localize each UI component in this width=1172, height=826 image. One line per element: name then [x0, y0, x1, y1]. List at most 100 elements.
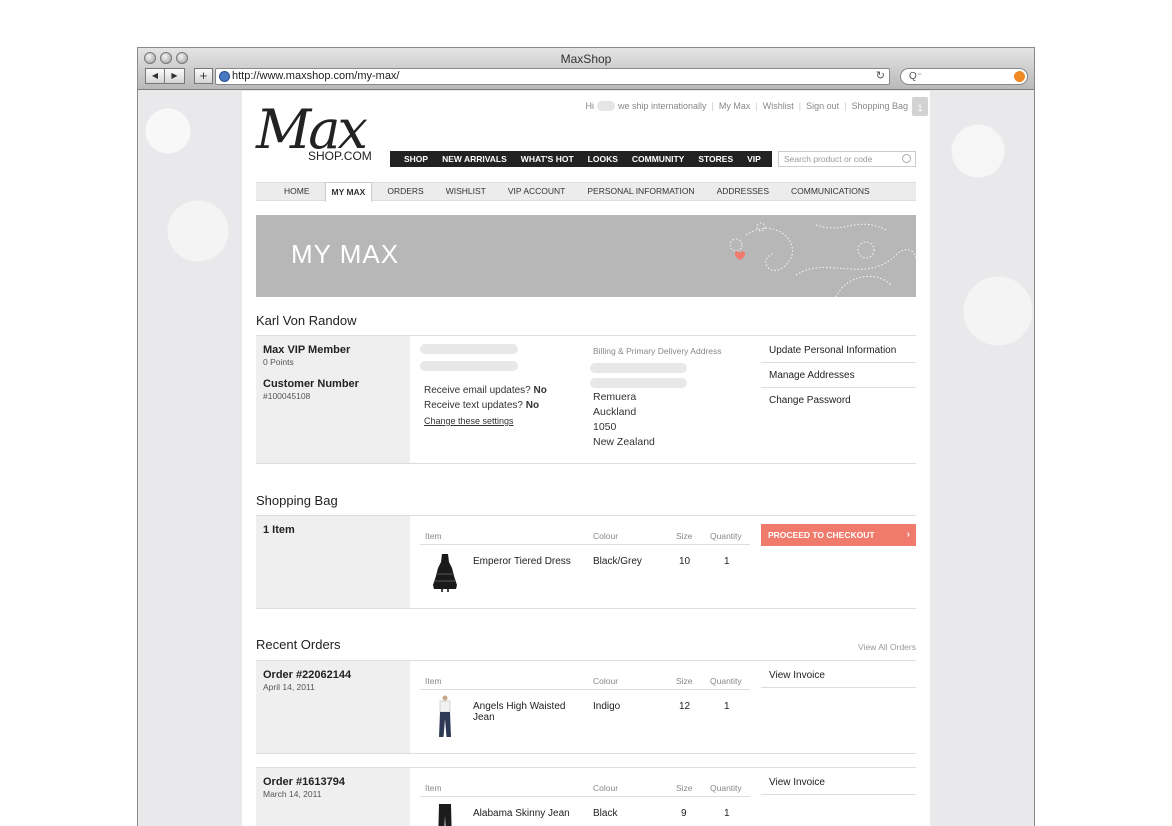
customer-number-label: Customer Number — [263, 378, 359, 390]
shopping-bag-icon[interactable]: 1 — [912, 97, 928, 116]
subnav-orders[interactable]: ORDERS — [387, 182, 423, 201]
page-title: MY MAX — [291, 239, 400, 269]
chevron-right-icon: › — [906, 529, 910, 540]
floral-ornament-icon — [729, 222, 916, 297]
account-panel: Max VIP Member 0 Points Customer Number … — [256, 335, 916, 464]
change-settings-link[interactable]: Change these settings — [424, 416, 514, 426]
subnav-communications[interactable]: COMMUNICATIONS — [791, 182, 870, 201]
address-country: New Zealand — [593, 436, 655, 448]
address-line-placeholder — [590, 378, 687, 388]
order-number[interactable]: Order #1613794 — [263, 776, 403, 788]
order-item-colour: Black — [593, 808, 618, 819]
order-number[interactable]: Order #22062144 — [263, 669, 403, 681]
order-item-size: 9 — [681, 808, 687, 819]
subnav-my-max[interactable]: MY MAX — [324, 181, 373, 202]
magnifier-icon[interactable] — [902, 154, 911, 163]
url-text: http://www.maxshop.com/my-max/ — [232, 70, 400, 82]
order-panel: Order #22062144 April 14, 2011 Item Colo… — [256, 660, 916, 754]
address-city: Auckland — [593, 406, 637, 418]
logo-script: Max — [256, 98, 368, 161]
address-suburb: Remuera — [593, 391, 637, 403]
add-bookmark-button[interactable]: + — [194, 68, 213, 84]
jean-thumbnail[interactable] — [434, 695, 456, 739]
nav-looks[interactable]: LOOKS — [588, 154, 618, 164]
nav-stores[interactable]: STORES — [698, 154, 733, 164]
col-quantity: Quantity — [710, 676, 742, 686]
col-quantity: Quantity — [710, 531, 742, 541]
site-search-input[interactable]: Search product or code — [778, 151, 916, 167]
wishlist-link[interactable]: Wishlist — [763, 101, 794, 111]
nav-shop[interactable]: SHOP — [404, 154, 428, 164]
utility-links: Hi we ship internationally | My Max | Wi… — [585, 101, 908, 111]
order-item-quantity: 1 — [724, 808, 730, 819]
jean-thumbnail[interactable] — [434, 802, 456, 826]
update-personal-information-link[interactable]: Update Personal Information — [761, 338, 916, 363]
reload-icon[interactable]: ↻ — [876, 69, 885, 84]
address-postcode: 1050 — [593, 421, 617, 433]
history-buttons: ◀ ▶ — [145, 68, 185, 84]
order-item-quantity: 1 — [724, 701, 730, 712]
nav-new-arrivals[interactable]: NEW ARRIVALS — [442, 154, 507, 164]
account-subnav: HOME MY MAX ORDERS WISHLIST VIP ACCOUNT … — [256, 181, 916, 202]
browser-window: MaxShop ◀ ▶ + http://www.maxshop.com/my-… — [137, 47, 1035, 826]
maxshop-logo[interactable]: Max SHOP.COM — [256, 98, 380, 169]
bag-item-count: 1 Item — [263, 524, 295, 536]
browser-search-field[interactable]: Q⁻ — [900, 68, 1028, 85]
account-summary: Max VIP Member 0 Points Customer Number … — [256, 336, 410, 463]
subnav-addresses[interactable]: ADDRESSES — [717, 182, 769, 201]
window-title: MaxShop — [560, 52, 612, 66]
col-colour: Colour — [593, 676, 619, 686]
back-button[interactable]: ◀ — [145, 68, 165, 84]
main-nav: SHOP NEW ARRIVALS WHAT'S HOT LOOKS COMMU… — [390, 151, 772, 167]
view-invoice-link[interactable]: View Invoice — [761, 663, 916, 688]
change-password-link[interactable]: Change Password — [761, 388, 916, 413]
order-item-size: 12 — [679, 701, 691, 712]
shopping-bag-link[interactable]: Shopping Bag — [851, 101, 908, 111]
col-size: Size — [676, 676, 693, 686]
manage-addresses-link[interactable]: Manage Addresses — [761, 363, 916, 388]
shopping-bag-title: Shopping Bag — [256, 493, 338, 508]
search-placeholder: Search product or code — [784, 154, 873, 164]
recent-orders-title: Recent Orders — [256, 637, 341, 652]
address-block: Remuera Auckland 1050 New Zealand — [593, 390, 655, 450]
subnav-personal-information[interactable]: PERSONAL INFORMATION — [587, 182, 694, 201]
dress-thumbnail[interactable] — [432, 552, 458, 592]
bag-item-quantity: 1 — [724, 556, 730, 567]
user-name-placeholder — [596, 101, 615, 111]
bag-count: 1 — [917, 103, 923, 113]
col-item: Item — [425, 676, 442, 686]
view-invoice-link[interactable]: View Invoice — [761, 770, 916, 795]
forward-button[interactable]: ▶ — [165, 68, 185, 84]
shopping-bag-panel: 1 Item Item Colour Size Quantity Emperor… — [256, 515, 916, 609]
subnav-vip-account[interactable]: VIP ACCOUNT — [508, 182, 565, 201]
order-item-name[interactable]: Angels High Waisted Jean — [473, 701, 565, 723]
text-updates-value: No — [525, 400, 540, 411]
proceed-to-checkout-button[interactable]: PROCEED TO CHECKOUT › — [761, 524, 916, 546]
nav-vip[interactable]: VIP — [747, 154, 761, 164]
hi-label: Hi — [585, 101, 594, 111]
address-bar[interactable]: http://www.maxshop.com/my-max/ ↻ — [215, 68, 890, 85]
title-bar: MaxShop ◀ ▶ + http://www.maxshop.com/my-… — [138, 48, 1034, 90]
order-item-name[interactable]: Alabama Skinny Jean — [473, 808, 570, 819]
text-updates: Receive text updates? No — [424, 400, 540, 411]
sign-out-link[interactable]: Sign out — [806, 101, 839, 111]
customer-name: Karl Von Randow — [256, 313, 357, 328]
order-date: April 14, 2011 — [263, 682, 315, 692]
ship-link[interactable]: we ship internationally — [618, 101, 707, 111]
bag-item-size: 10 — [679, 556, 691, 567]
bag-item-name[interactable]: Emperor Tiered Dress — [473, 556, 571, 567]
address-line-placeholder — [590, 363, 687, 373]
snapback-icon[interactable] — [1014, 71, 1025, 82]
view-all-orders-link[interactable]: View All Orders — [858, 642, 916, 652]
subnav-wishlist[interactable]: WISHLIST — [446, 182, 486, 201]
customer-number: #100045108 — [263, 391, 311, 401]
subnav-home[interactable]: HOME — [284, 182, 310, 201]
col-item: Item — [425, 783, 442, 793]
search-icon: Q⁻ — [909, 71, 923, 82]
nav-community[interactable]: COMMUNITY — [632, 154, 684, 164]
nav-whats-hot[interactable]: WHAT'S HOT — [521, 154, 574, 164]
page-banner: MY MAX — [256, 215, 916, 297]
logo-sub: SHOP.COM — [308, 149, 372, 163]
my-max-link[interactable]: My Max — [719, 101, 751, 111]
col-colour: Colour — [593, 531, 619, 541]
